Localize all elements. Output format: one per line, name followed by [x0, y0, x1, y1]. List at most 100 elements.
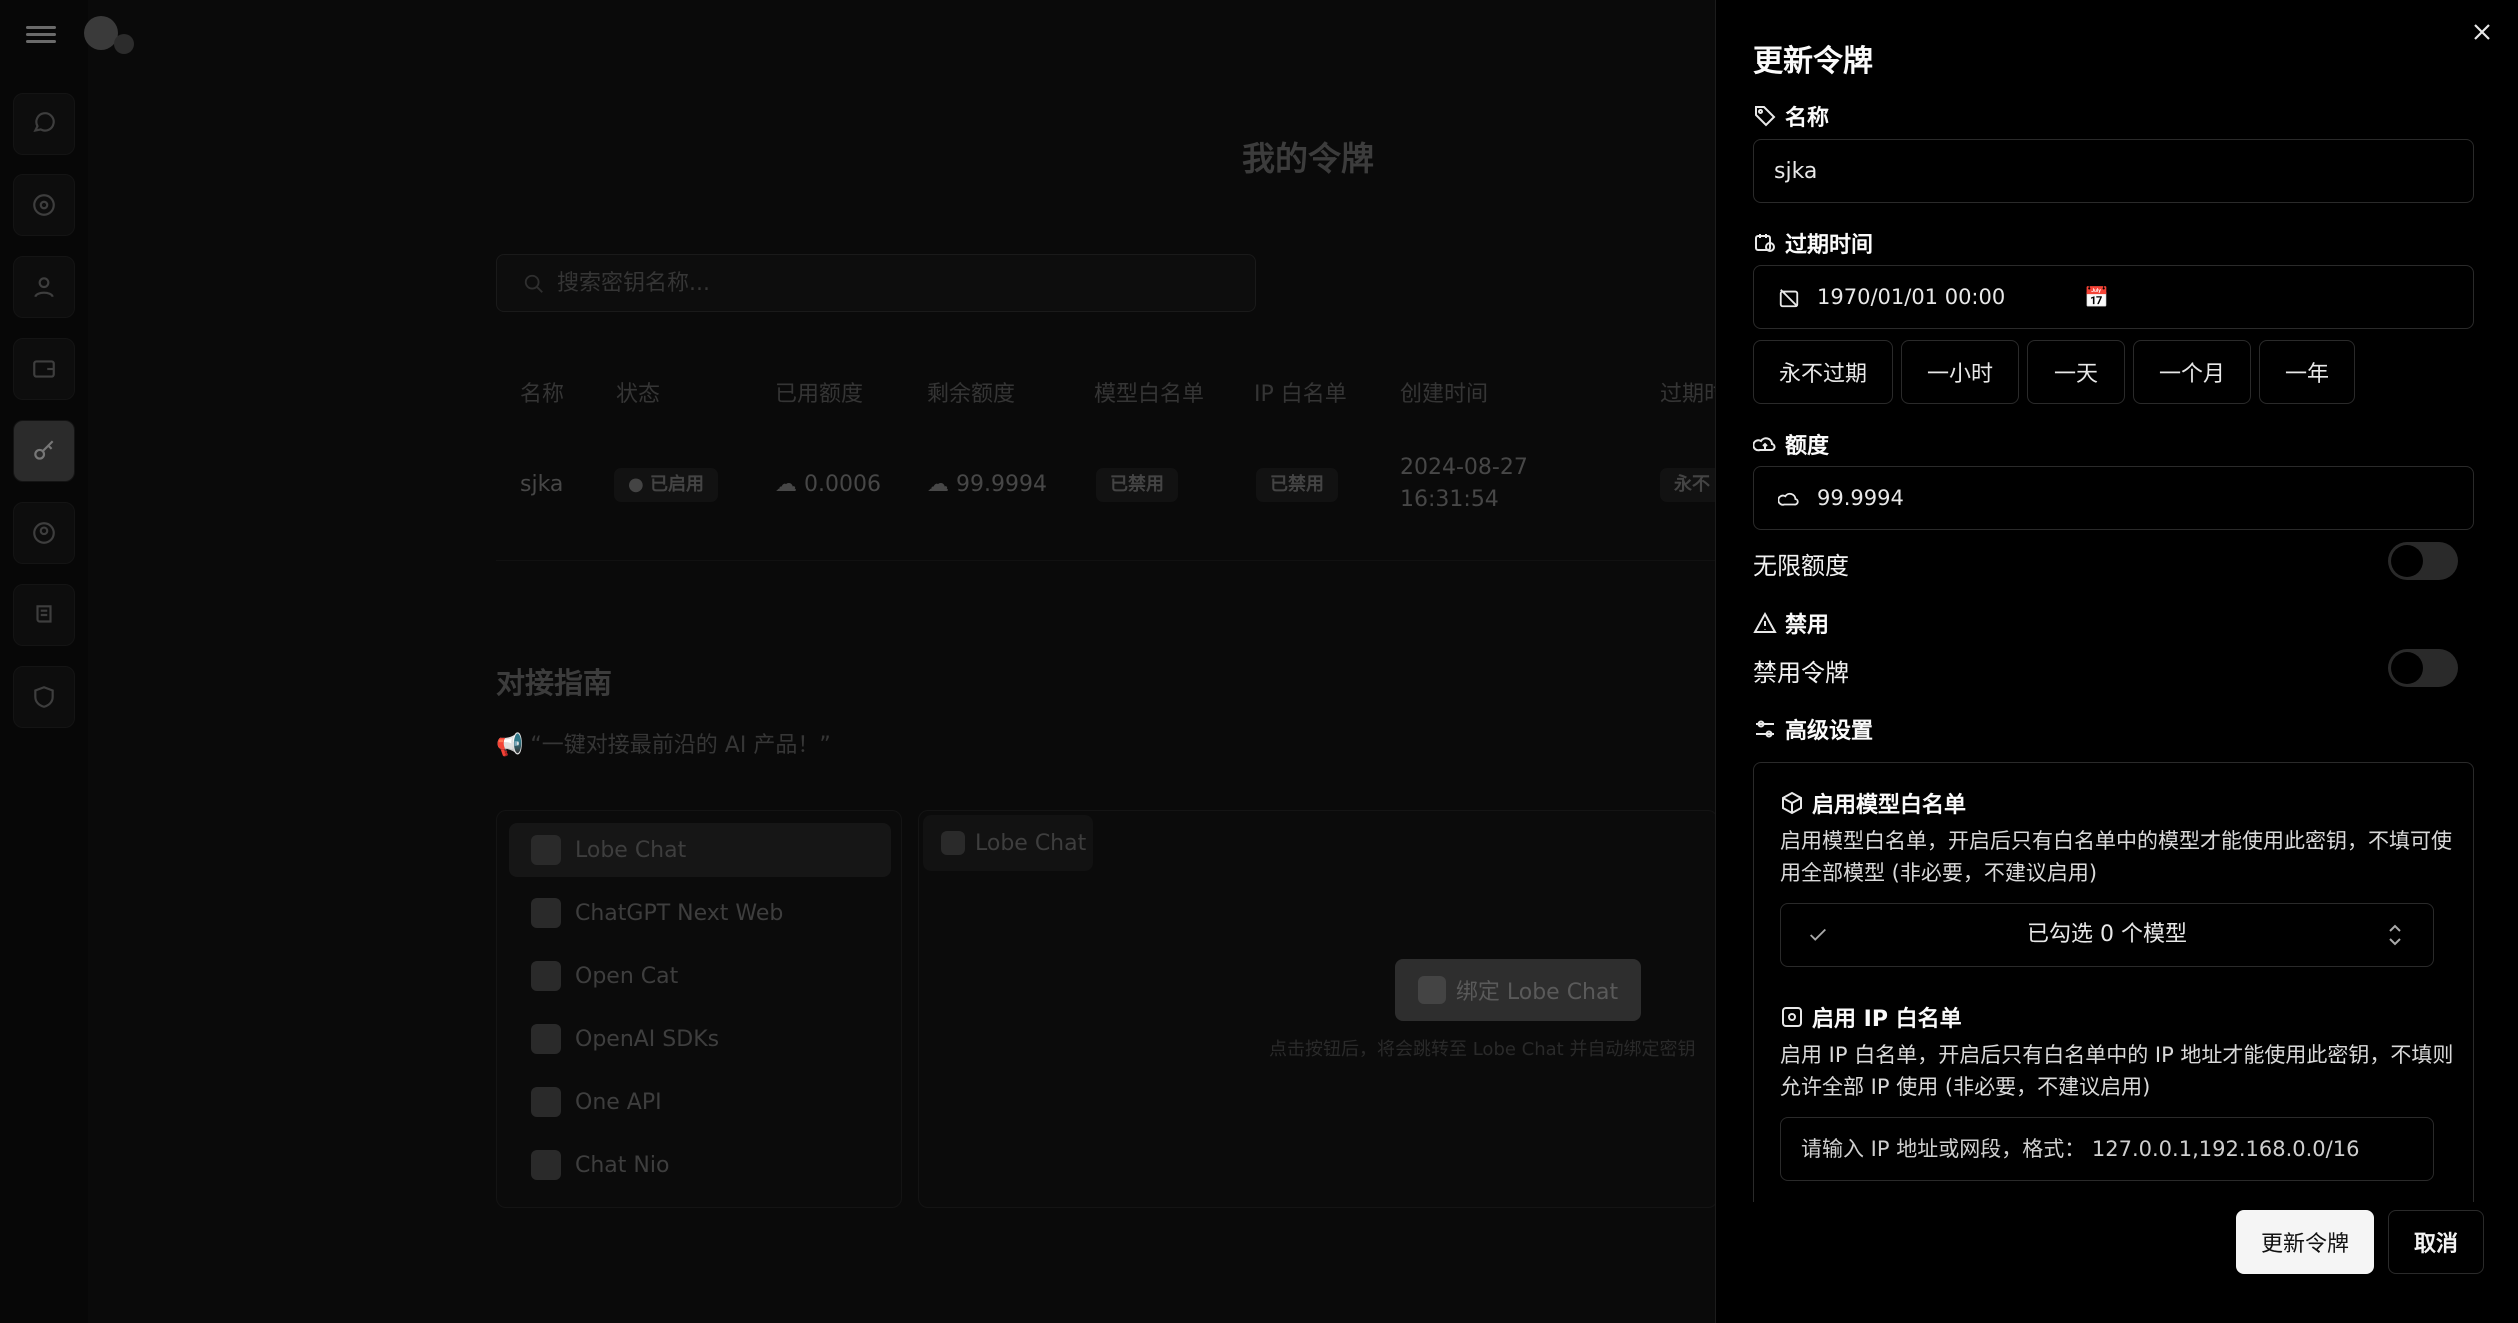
sidebar-item-chat[interactable]	[13, 93, 75, 155]
ip-whitelist-input[interactable]	[1781, 1118, 2433, 1180]
disable-section-label: 禁用	[1753, 607, 1829, 639]
scan-icon	[1782, 1007, 1802, 1027]
search-input[interactable]	[557, 255, 1237, 311]
preset-one-hour[interactable]: 一小时	[1901, 340, 2019, 404]
ip-whitelist-field[interactable]	[1780, 1117, 2434, 1181]
chat-icon	[33, 112, 55, 132]
status-badge: ● 已启用	[614, 468, 718, 502]
quota-value: 99.9994	[1817, 486, 1904, 510]
col-header-used: 已用额度	[775, 382, 864, 407]
unlimited-quota-label: 无限额度	[1753, 552, 1849, 580]
guide-item-chat-nio[interactable]: Chat Nio	[509, 1138, 891, 1192]
guide-panel: Lobe Chat 绑定 Lobe Chat 点击按钮后，将会跳转至 Lobe …	[918, 810, 1718, 1208]
col-header-created: 创建时间	[1400, 382, 1489, 407]
model-whitelist-desc: 启用模型白名单，开启后只有白名单中的模型才能使用此密钥，不填可使用全部模型 (非…	[1780, 829, 2452, 885]
row-created-date: 2024-08-27	[1400, 455, 1528, 480]
update-token-button[interactable]: 更新令牌	[2236, 1210, 2374, 1274]
chevron-up-down-icon	[2389, 924, 2401, 946]
sliders-icon	[1756, 720, 1774, 738]
guide-item-chatgpt-next-web[interactable]: ChatGPT Next Web	[509, 886, 891, 940]
search-box[interactable]	[496, 254, 1256, 312]
col-header-status: 状态	[616, 382, 661, 407]
sidebar-item-profile[interactable]	[13, 502, 75, 564]
menu-icon[interactable]	[26, 22, 56, 46]
expiry-field[interactable]: 1970/01/01 00:00 📅	[1753, 265, 2474, 329]
preset-one-year[interactable]: 一年	[2259, 340, 2355, 404]
guide-title: 对接指南	[496, 666, 613, 700]
guide-item-open-cat[interactable]: Open Cat	[509, 949, 891, 1003]
row-used: ☁ 0.0006	[775, 472, 881, 497]
page-title: 我的令牌	[1242, 139, 1374, 178]
lobe-chat-icon	[531, 835, 561, 865]
expiry-label: 过期时间	[1753, 227, 1873, 259]
drawer-title: 更新令牌	[1753, 44, 1873, 79]
app: 我的令牌 名称 状态 已用额度 剩余额度 模型白名单 IP 白名单 创建时间 过…	[0, 0, 2518, 1323]
key-icon	[34, 440, 54, 460]
guide-item-one-api[interactable]: One API	[509, 1075, 891, 1129]
guide-list: Lobe Chat ChatGPT Next Web Open Cat Open…	[496, 810, 902, 1208]
cloud-icon	[1778, 492, 1799, 506]
expiry-value: 1970/01/01 00:00	[1817, 285, 2006, 309]
name-field[interactable]	[1753, 139, 2474, 203]
guide-item-openai-sdks[interactable]: OpenAI SDKs	[509, 1012, 891, 1066]
model-select[interactable]: 已勾选 0 个模型	[1780, 903, 2434, 967]
quota-label: 额度	[1753, 428, 1829, 460]
sidebar-item-wallet[interactable]	[13, 338, 75, 400]
name-input[interactable]	[1754, 140, 2473, 202]
advanced-settings-label: 高级设置	[1753, 713, 1873, 745]
disable-token-label: 禁用令牌	[1753, 659, 1849, 687]
ip-whitelist-desc: 启用 IP 白名单，开启后只有白名单中的 IP 地址才能使用此密钥，不填则允许全…	[1780, 1043, 2454, 1099]
preset-never[interactable]: 永不过期	[1753, 340, 1893, 404]
ip-whitelist-badge: 已禁用	[1256, 468, 1338, 502]
col-header-model-whitelist: 模型白名单	[1094, 382, 1205, 407]
update-token-drawer: 更新令牌 名称 过期时间 1970/01/01 00:00 📅 永不过期 一小时…	[1715, 0, 2518, 1323]
advanced-settings-box: 启用模型白名单 启用模型白名单，开启后只有白名单中的模型才能使用此密钥，不填可使…	[1753, 762, 2474, 1202]
model-select-value: 已勾选 0 个模型	[2027, 922, 2187, 947]
chat-nio-icon	[531, 1150, 561, 1180]
compass-icon	[33, 194, 55, 216]
sidebar-item-market[interactable]	[13, 174, 75, 236]
warning-icon	[1753, 611, 1777, 633]
quota-field[interactable]: 99.9994	[1753, 466, 2474, 530]
row-name: sjka	[520, 472, 564, 497]
wallet-icon	[33, 360, 55, 378]
name-label: 名称	[1753, 100, 1829, 132]
bind-hint: 点击按钮后，将会跳转至 Lobe Chat 并自动绑定密钥	[1269, 1039, 1696, 1060]
disable-token-toggle[interactable]	[2388, 649, 2458, 687]
cloud-upload-icon	[1753, 437, 1776, 452]
col-header-remaining: 剩余额度	[927, 382, 1016, 407]
shield-icon	[34, 686, 54, 708]
preset-one-day[interactable]: 一天	[2027, 340, 2125, 404]
sidebar-item-security[interactable]	[13, 666, 75, 728]
user-circle-icon	[33, 522, 55, 544]
cancel-button[interactable]: 取消	[2388, 1210, 2484, 1274]
chatgpt-next-web-icon	[531, 898, 561, 928]
lobe-chat-icon	[941, 831, 965, 855]
user-icon	[34, 277, 54, 298]
calendar-clock-icon	[1755, 234, 1775, 252]
tab-lobe-chat[interactable]: Lobe Chat	[923, 815, 1093, 871]
bind-lobe-chat-button[interactable]: 绑定 Lobe Chat	[1395, 959, 1641, 1021]
row-created-time: 16:31:54	[1400, 487, 1499, 512]
calendar-off-icon	[1779, 289, 1799, 308]
search-icon	[524, 274, 543, 293]
close-icon[interactable]	[2470, 20, 2494, 44]
open-cat-icon	[531, 961, 561, 991]
sidebar-item-user[interactable]	[13, 256, 75, 318]
sidebar	[0, 0, 88, 1323]
sidebar-item-logs[interactable]	[13, 584, 75, 646]
sidebar-item-tokens[interactable]	[13, 420, 75, 482]
ip-whitelist-title: 启用 IP 白名单	[1780, 1001, 1962, 1033]
model-whitelist-badge: 已禁用	[1096, 468, 1178, 502]
lobe-chat-icon	[1417, 976, 1446, 1004]
box-icon	[1782, 791, 1802, 815]
tag-icon	[1755, 106, 1776, 127]
col-header-name: 名称	[520, 382, 565, 407]
row-remaining: ☁ 99.9994	[927, 472, 1047, 497]
model-whitelist-title: 启用模型白名单	[1780, 787, 1966, 819]
logo	[84, 14, 138, 58]
unlimited-quota-toggle[interactable]	[2388, 542, 2458, 580]
preset-one-month[interactable]: 一个月	[2133, 340, 2251, 404]
calendar-icon[interactable]: 📅	[2084, 266, 2109, 328]
guide-item-lobe-chat[interactable]: Lobe Chat	[509, 823, 891, 877]
